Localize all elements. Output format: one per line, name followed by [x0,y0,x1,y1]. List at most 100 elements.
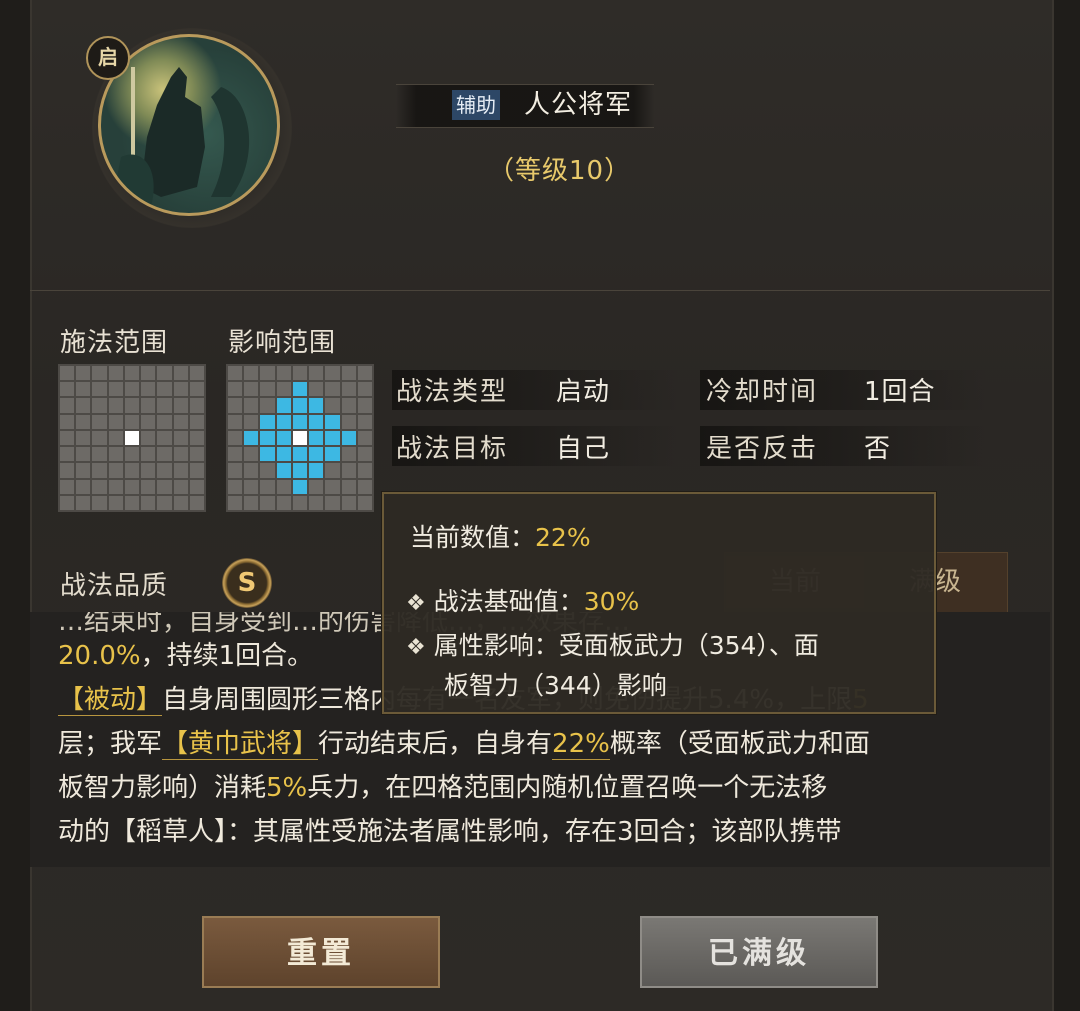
grid-cell [292,382,308,397]
right-frame [1050,0,1080,1011]
left-frame [0,0,30,1011]
grid-cell [341,382,356,397]
grid-cell [341,414,356,429]
grid-cell [325,366,340,381]
grid-cell [357,366,372,381]
grid-cell [309,414,324,429]
grid-cell [173,430,188,446]
grid-cell [309,398,324,413]
grid-cell [157,382,172,397]
grid-cell [60,479,75,494]
grid-cell [325,382,340,397]
grid-cell [108,430,123,446]
grid-cell [157,414,172,429]
grid-cell [173,463,188,478]
grid-cell [244,447,259,462]
grid-cell [357,414,372,429]
grid-cell [124,495,140,510]
grid-cell [341,366,356,381]
grid-cell [92,447,107,462]
grid-cell [228,463,243,478]
grid-cell [173,479,188,494]
grid-cell [92,382,107,397]
skill-category-tag: 辅助 [452,90,500,120]
grid-cell [92,479,107,494]
grid-cell [92,398,107,413]
grid-cell [189,447,204,462]
skill-level: （等级10） [488,156,632,186]
maxed-button[interactable]: 已满级 [640,916,878,988]
grid-cell [157,447,172,462]
grid-cell [341,495,356,510]
cooldown-value: 1回合 [864,377,936,407]
grid-cell [76,495,91,510]
grid-cell [60,382,75,397]
grid-cell [309,495,324,510]
grid-cell [60,366,75,381]
grid-cell [173,382,188,397]
grid-cell [260,366,275,381]
reset-button[interactable]: 重置 [202,916,440,988]
grid-cell [244,382,259,397]
grid-cell [189,479,204,494]
grid-cell [276,414,291,429]
grid-cell [108,447,123,462]
grid-cell [228,366,243,381]
grid-cell [228,382,243,397]
cooldown-label: 冷却时间 [706,377,819,407]
grid-cell [76,414,91,429]
grid-cell [124,382,140,397]
grid-cell [141,447,156,462]
skill-target-value: 自己 [556,434,611,464]
desc-value: 20.0% [58,641,141,671]
passive-keyword[interactable]: 【被动】 [58,685,163,716]
grid-cell [309,463,324,478]
grid-cell [157,463,172,478]
grid-cell [157,398,172,413]
grid-cell [292,366,308,381]
grid-cell [244,366,259,381]
grid-cell [292,398,308,413]
section-divider [30,290,1050,291]
grid-cell [108,479,123,494]
grid-cell [276,463,291,478]
grid-cell [309,447,324,462]
grid-cell [124,366,140,381]
grid-cell [276,430,291,446]
grid-cell [357,479,372,494]
grid-cell [276,447,291,462]
cast-range-label: 施法范围 [60,328,169,358]
desc-line-4: 板智力影响）消耗5%兵力，在四格范围内随机位置召唤一个无法移 [58,773,828,803]
grid-cell [260,495,275,510]
grid-cell [124,398,140,413]
grid-cell [141,430,156,446]
grid-cell [244,495,259,510]
grid-cell [108,398,123,413]
grid-cell [157,366,172,381]
grid-cell [60,463,75,478]
grid-cell [108,414,123,429]
cast-range-grid [58,364,206,512]
grid-cell [244,414,259,429]
grid-cell [108,382,123,397]
grid-cell [357,495,372,510]
quality-grade-badge: S [222,558,272,608]
skill-target-label: 战法目标 [396,434,509,464]
grid-cell [276,366,291,381]
grid-cell [228,447,243,462]
grid-cell [244,479,259,494]
grid-cell [173,366,188,381]
grid-cell [357,463,372,478]
grid-cell [76,447,91,462]
grid-cell [260,447,275,462]
effect-range-label: 影响范围 [228,328,337,358]
grid-cell [260,382,275,397]
skill-name: 人公将军 [524,90,633,120]
desc-line-5: 动的【稻草人】：其属性受施法者属性影响，存在3回合；该部队携带 [58,817,842,847]
grid-cell [92,495,107,510]
probability-value-link[interactable]: 22% [552,729,610,760]
skill-quality-label: 战法品质 [60,571,169,601]
grid-cell [325,447,340,462]
grid-cell [292,430,308,446]
yellow-turban-keyword[interactable]: 【黄巾武将】 [162,729,319,760]
